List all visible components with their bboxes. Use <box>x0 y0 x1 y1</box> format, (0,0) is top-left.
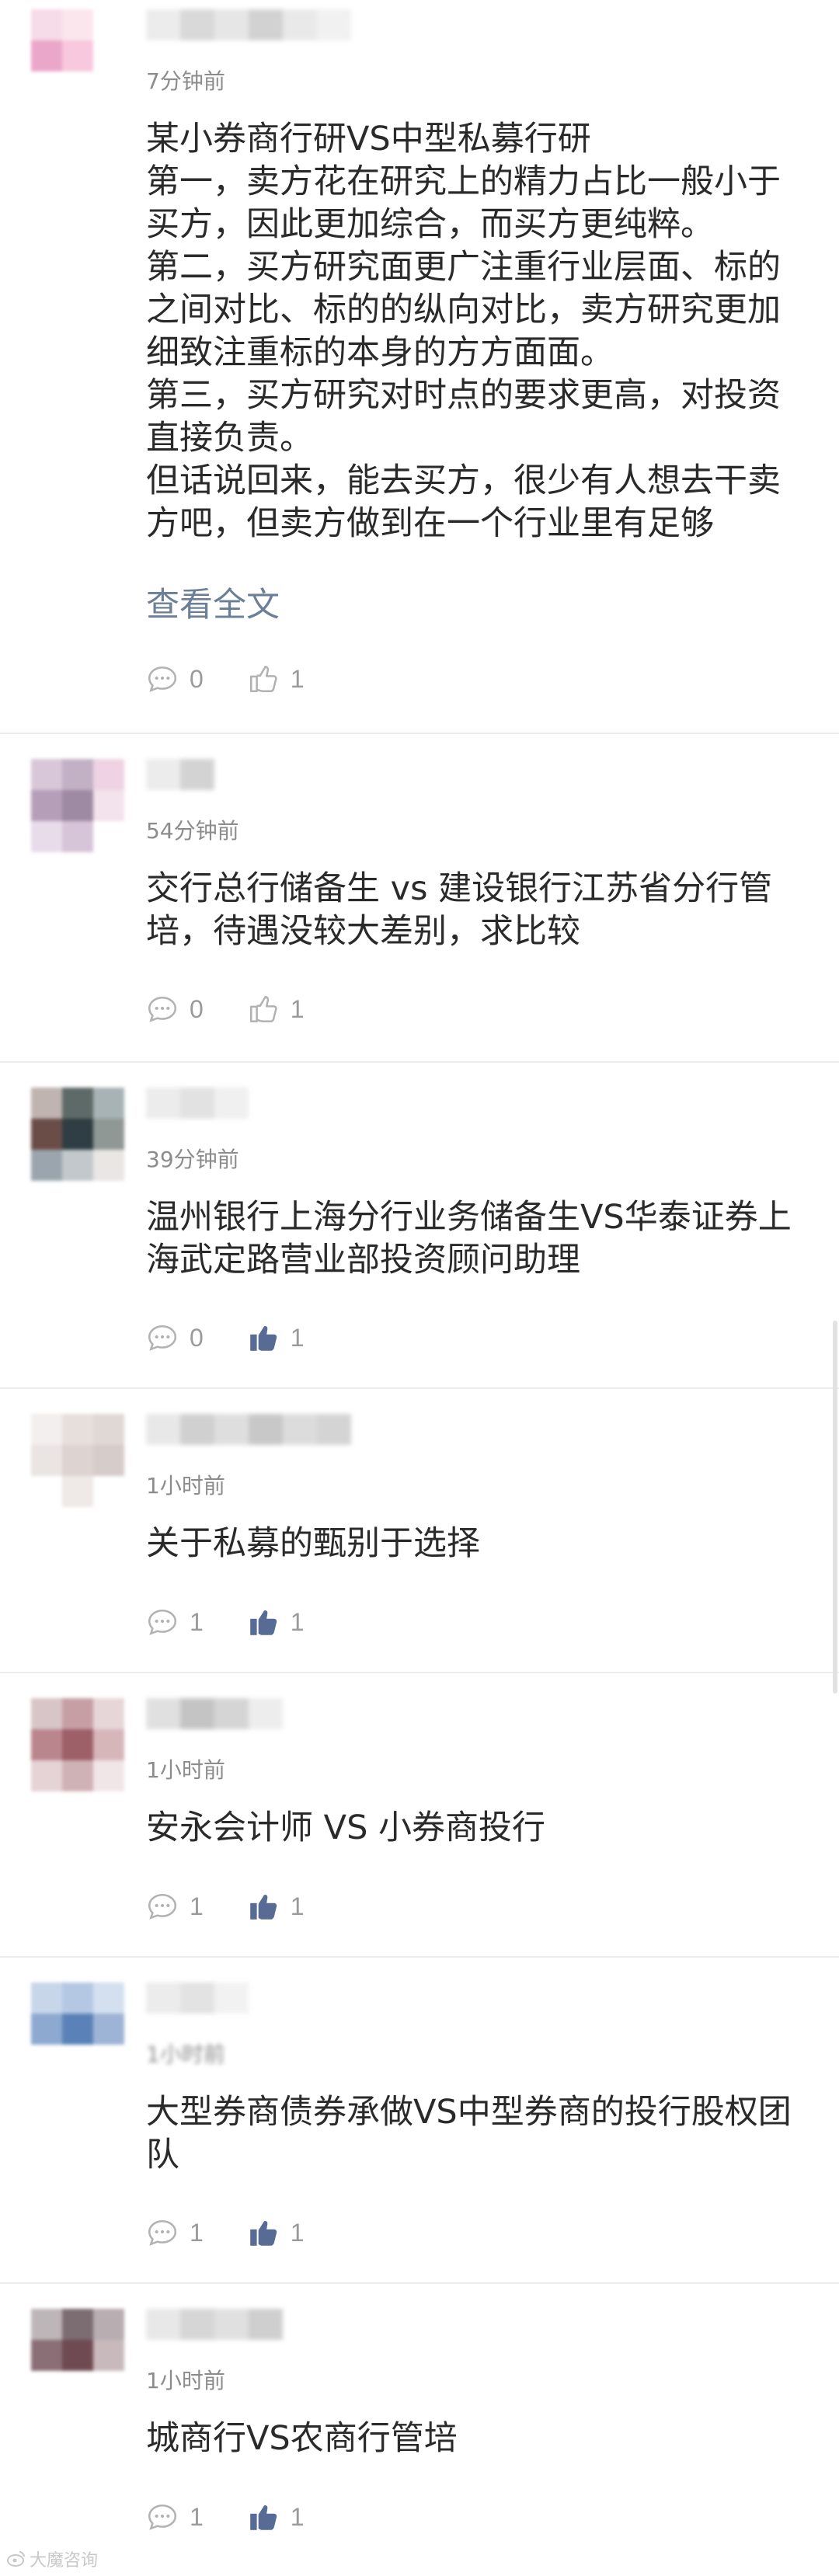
reply-count: 0 <box>190 1323 204 1352</box>
thumbs-up-filled-icon <box>249 2221 277 2246</box>
like-count: 1 <box>290 2218 305 2247</box>
comment-actions: 1 1 <box>146 2498 348 2536</box>
like-button[interactable]: 1 <box>247 1321 305 1354</box>
reply-icon <box>148 997 177 1022</box>
reply-button[interactable]: 1 <box>146 1606 204 1638</box>
comment-text: 温州银行上海分行业务储备生VS华泰证券上海武定路营业部投资顾问助理 <box>146 1198 792 1279</box>
comment-item: 39分钟前 温州银行上海分行业务储备生VS华泰证券上海武定路营业部投资顾问助理 … <box>0 1063 839 1389</box>
comment-actions: 0 1 <box>146 660 348 698</box>
comment-item: 1小时前 安永会计师 VS 小券商投行 1 1 <box>0 1673 839 1958</box>
reply-button[interactable]: 0 <box>146 663 204 695</box>
reply-icon <box>148 2505 177 2530</box>
reply-icon <box>148 2220 177 2246</box>
like-count: 1 <box>290 1607 305 1636</box>
reply-count: 1 <box>190 2502 204 2531</box>
reply-count: 0 <box>190 994 204 1023</box>
thumbs-up-filled-icon <box>249 1610 277 1635</box>
username-blurred[interactable] <box>146 1088 249 1119</box>
like-button[interactable]: 1 <box>247 2501 305 2533</box>
username-blurred[interactable] <box>146 1982 249 2014</box>
comment-item: 1小时前 城商行VS农商行管培 1 1 <box>0 2284 839 2576</box>
like-button[interactable]: 1 <box>247 2216 305 2249</box>
comment-text: 某小券商行研VS中型私募行研 第一，卖方花在研究上的精力占比一般小于买方，因此更… <box>146 120 781 543</box>
comment-item: 7分钟前 某小券商行研VS中型私募行研 第一，卖方花在研究上的精力占比一般小于买… <box>0 0 839 734</box>
comment-item: 1小时前 大型券商债券承做VS中型券商的投行股权团队 1 1 <box>0 1958 839 2284</box>
comment-time: 39分钟前 <box>146 1147 239 1172</box>
reply-count: 1 <box>190 1892 204 1920</box>
scrollbar[interactable] <box>833 1321 837 1694</box>
comment-actions: 1 1 <box>146 1888 348 1925</box>
comment-text: 安永会计师 VS 小券商投行 <box>146 1808 546 1847</box>
avatar[interactable] <box>31 9 124 103</box>
watermark: 大魔咨询 <box>6 2546 98 2571</box>
thumbs-up-outline-icon <box>249 995 277 1023</box>
reply-count: 1 <box>190 1607 204 1636</box>
comment-time: 1小时前 <box>146 1473 225 1499</box>
comment-time: 1小时前 <box>146 2042 225 2067</box>
comment-actions: 1 1 <box>146 1603 348 1641</box>
weibo-logo-icon <box>7 2551 25 2567</box>
like-count: 1 <box>290 664 305 693</box>
avatar[interactable] <box>31 1982 124 2076</box>
reply-icon <box>148 667 177 692</box>
username-blurred[interactable] <box>146 9 351 40</box>
like-button[interactable]: 1 <box>247 993 305 1025</box>
comment-text: 关于私募的甄别于选择 <box>146 1524 480 1563</box>
avatar[interactable] <box>31 1698 124 1791</box>
like-count: 1 <box>290 1323 305 1352</box>
like-count: 1 <box>290 994 305 1023</box>
avatar[interactable] <box>31 1088 124 1181</box>
read-more-link[interactable]: 查看全文 <box>146 584 280 627</box>
comment-text: 大型券商债券承做VS中型券商的投行股权团队 <box>146 2093 792 2174</box>
username-blurred[interactable] <box>146 1414 351 1445</box>
comment-item: 54分钟前 交行总行储备生 vs 建设银行江苏省分行管培，待遇没较大差别，求比较… <box>0 734 839 1063</box>
thumbs-up-filled-icon <box>249 1895 277 1920</box>
comment-time: 54分钟前 <box>146 818 239 844</box>
username-blurred[interactable] <box>146 2309 283 2340</box>
reply-button[interactable]: 0 <box>146 993 204 1025</box>
avatar[interactable] <box>31 759 124 852</box>
comment-item: 1小时前 关于私募的甄别于选择 1 1 <box>0 1389 839 1673</box>
comment-text: 交行总行储备生 vs 建设银行江苏省分行管培，待遇没较大差别，求比较 <box>146 869 773 951</box>
comment-actions: 0 1 <box>146 1319 348 1356</box>
comment-time: 1小时前 <box>146 1757 225 1783</box>
reply-icon <box>148 1894 177 1920</box>
like-count: 1 <box>290 2502 305 2531</box>
reply-icon <box>148 1325 177 1351</box>
like-button[interactable]: 1 <box>247 1606 305 1638</box>
comment-time: 1小时前 <box>146 2368 225 2393</box>
reply-button[interactable]: 1 <box>146 1890 204 1923</box>
like-button[interactable]: 1 <box>247 663 305 695</box>
username-blurred[interactable] <box>146 759 283 790</box>
reply-button[interactable]: 1 <box>146 2216 204 2249</box>
reply-count: 1 <box>190 2218 204 2247</box>
avatar[interactable] <box>31 2309 124 2402</box>
avatar[interactable] <box>31 1414 124 1507</box>
like-count: 1 <box>290 1892 305 1920</box>
thumbs-up-filled-icon <box>249 2505 277 2530</box>
thumbs-up-filled-icon <box>249 1326 277 1351</box>
username-blurred[interactable] <box>146 1698 283 1729</box>
reply-icon <box>148 1610 177 1635</box>
like-button[interactable]: 1 <box>247 1890 305 1923</box>
comment-actions: 1 1 <box>146 2214 348 2251</box>
comment-time: 7分钟前 <box>146 68 225 94</box>
reply-button[interactable]: 1 <box>146 2501 204 2533</box>
thumbs-up-outline-icon <box>249 665 277 693</box>
watermark-text: 大魔咨询 <box>30 2551 99 2571</box>
comment-actions: 0 1 <box>146 990 348 1028</box>
comment-text: 城商行VS农商行管培 <box>146 2419 458 2458</box>
reply-count: 0 <box>190 664 204 693</box>
reply-button[interactable]: 0 <box>146 1321 204 1354</box>
